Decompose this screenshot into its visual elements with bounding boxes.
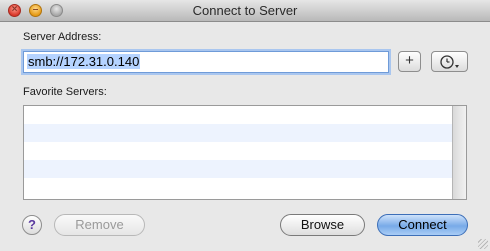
connect-to-server-window: × – Connect to Server Server Address: sm… — [0, 0, 490, 251]
resize-grip[interactable] — [478, 239, 488, 249]
list-row[interactable] — [24, 178, 452, 196]
server-address-label: Server Address: — [23, 31, 102, 43]
server-address-input[interactable]: smb://172.31.0.140 — [23, 51, 389, 73]
favorite-servers-label: Favorite Servers: — [23, 86, 107, 98]
connect-button[interactable]: Connect — [377, 214, 468, 236]
list-scrollbar[interactable] — [452, 106, 466, 199]
plus-icon: + — [405, 52, 414, 69]
favorite-servers-list[interactable] — [23, 105, 467, 200]
list-row[interactable] — [24, 160, 452, 178]
title-bar[interactable]: × – Connect to Server — [0, 0, 490, 22]
window-title: Connect to Server — [192, 3, 298, 18]
recent-servers-button[interactable] — [431, 51, 468, 72]
clock-dropdown-icon — [439, 55, 459, 69]
add-favorite-button[interactable]: + — [398, 51, 421, 72]
help-icon: ? — [28, 217, 36, 232]
list-row[interactable] — [24, 142, 452, 160]
list-row[interactable] — [24, 124, 452, 142]
server-address-value: smb://172.31.0.140 — [27, 54, 141, 69]
browse-button[interactable]: Browse — [280, 214, 365, 236]
help-button[interactable]: ? — [22, 215, 42, 235]
remove-button[interactable]: Remove — [54, 214, 145, 236]
list-row[interactable] — [24, 106, 452, 124]
